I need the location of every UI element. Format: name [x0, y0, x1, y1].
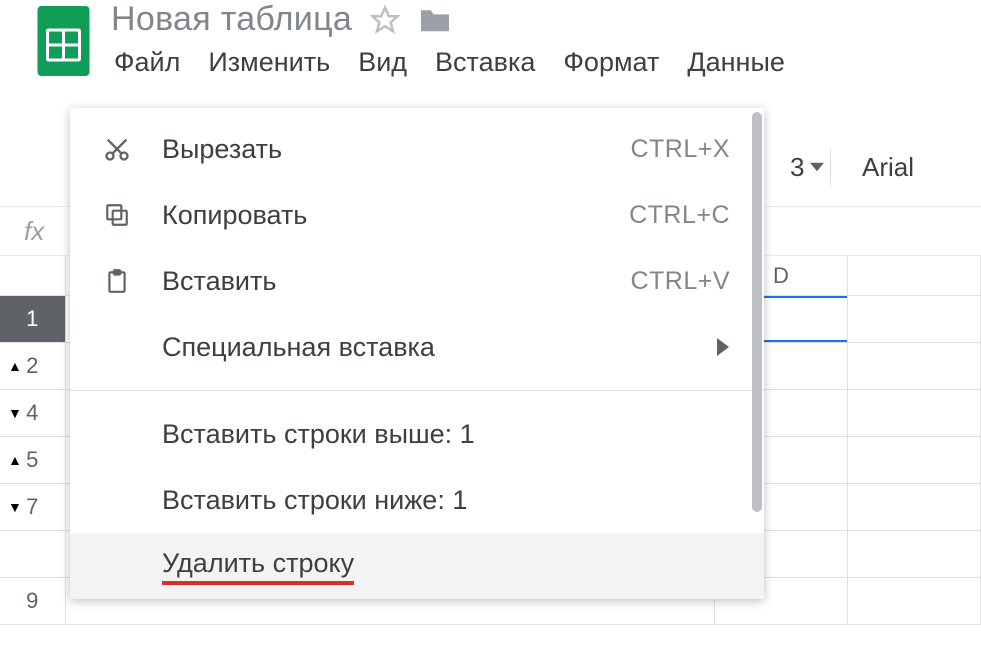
copy-icon	[98, 202, 136, 228]
menu-item-paste-special[interactable]: Специальная вставка	[70, 314, 764, 380]
menu-separator	[70, 390, 764, 391]
collapse-down-icon[interactable]: ▼	[8, 499, 22, 515]
select-all-corner[interactable]	[0, 256, 66, 295]
fx-label: fx	[24, 216, 44, 247]
document-title[interactable]: Новая таблица	[111, 0, 352, 39]
menu-item-copy[interactable]: Копировать CTRL+C	[70, 182, 764, 248]
menu-item-shortcut: CTRL+V	[630, 267, 730, 296]
menu-item-label: Специальная вставка	[162, 332, 716, 363]
menu-item-label: Вырезать	[162, 134, 630, 165]
collapse-down-icon[interactable]: ▼	[8, 405, 22, 421]
menu-item-paste[interactable]: Вставить CTRL+V	[70, 248, 764, 314]
row-header-4[interactable]: ▼4	[0, 390, 66, 436]
menu-format[interactable]: Формат	[563, 47, 659, 78]
toolbar-unknown-dropdown[interactable]: 3	[790, 152, 824, 183]
cut-icon	[98, 135, 136, 163]
cell[interactable]	[848, 578, 981, 624]
submenu-arrow-icon	[716, 338, 730, 356]
menu-item-label: Вставить строки ниже: 1	[162, 485, 730, 516]
menu-item-label: Удалить строку	[162, 548, 730, 585]
menu-item-shortcut: CTRL+C	[629, 201, 730, 230]
chevron-down-icon	[810, 160, 824, 174]
menu-item-delete-row[interactable]: Удалить строку	[70, 533, 764, 599]
row-header-blank[interactable]	[0, 531, 66, 577]
menu-data[interactable]: Данные	[687, 47, 785, 78]
menu-file[interactable]: Файл	[114, 47, 180, 78]
menu-edit[interactable]: Изменить	[208, 47, 330, 78]
cell[interactable]	[848, 531, 981, 577]
menu-view[interactable]: Вид	[358, 47, 407, 78]
sheets-logo	[36, 6, 91, 76]
menu-scrollbar[interactable]	[750, 112, 764, 512]
menu-item-cut[interactable]: Вырезать CTRL+X	[70, 116, 764, 182]
font-family-selector[interactable]: Arial	[862, 152, 914, 183]
star-icon[interactable]	[370, 5, 400, 35]
column-header-e[interactable]	[848, 256, 981, 295]
menu-item-label: Копировать	[162, 200, 629, 231]
cell[interactable]	[848, 484, 981, 530]
collapse-up-icon[interactable]: ▲	[8, 452, 22, 468]
cell[interactable]	[848, 296, 981, 342]
menu-item-label: Вставить	[162, 266, 630, 297]
collapse-up-icon[interactable]: ▲	[8, 358, 22, 374]
cell[interactable]	[848, 437, 981, 483]
row-header-1[interactable]: 1	[0, 296, 66, 342]
cell[interactable]	[848, 343, 981, 389]
folder-icon[interactable]	[418, 6, 452, 34]
row-header-5[interactable]: ▲5	[0, 437, 66, 483]
menu-item-insert-rows-above[interactable]: Вставить строки выше: 1	[70, 401, 764, 467]
cell[interactable]	[848, 390, 981, 436]
menu-insert[interactable]: Вставка	[435, 47, 535, 78]
menu-item-insert-rows-below[interactable]: Вставить строки ниже: 1	[70, 467, 764, 533]
row-header-2[interactable]: ▲2	[0, 343, 66, 389]
menu-item-shortcut: CTRL+X	[630, 135, 730, 164]
menubar: Файл Изменить Вид Вставка Формат Данные	[111, 47, 981, 78]
context-menu: Вырезать CTRL+X Копировать CTRL+C Встави…	[70, 108, 764, 599]
row-header-9[interactable]: 9	[0, 578, 66, 624]
row-header-7[interactable]: ▼7	[0, 484, 66, 530]
paste-icon	[98, 267, 136, 295]
menu-item-label: Вставить строки выше: 1	[162, 419, 730, 450]
